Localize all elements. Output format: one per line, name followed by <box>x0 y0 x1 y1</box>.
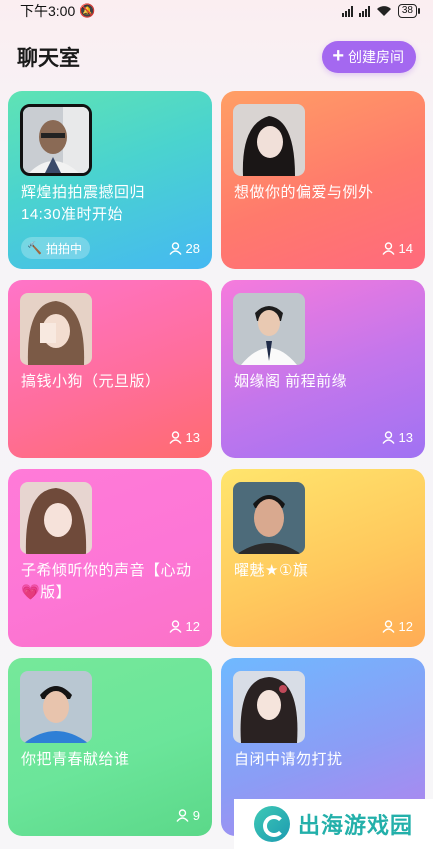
room-card[interactable]: 子希倾听你的声音【心动💗版】 12 <box>8 469 212 647</box>
room-name: 自闭中请勿打扰 <box>234 751 343 768</box>
person-icon <box>381 431 395 444</box>
member-count: 13 <box>381 430 413 445</box>
member-count: 13 <box>168 430 200 445</box>
room-grid: 辉煌拍拍震撼回归14:30准时开始 🔨 拍拍中 28 想做你的偏爱与例外 14 <box>8 91 427 836</box>
room-card[interactable]: 辉煌拍拍震撼回归 14:30准时开始 🔨 拍拍中 28 <box>8 91 212 269</box>
wifi-icon <box>376 6 391 16</box>
status-bar: 下午3:00 🔕 38 <box>0 0 433 22</box>
member-count-value: 9 <box>192 808 200 823</box>
person-icon <box>381 242 395 255</box>
member-count-value: 13 <box>398 430 413 445</box>
status-time: 下午3:00 <box>20 3 76 19</box>
signal-icon-2 <box>358 5 370 17</box>
room-cover-image <box>20 671 92 743</box>
page-title: 聊天室 <box>17 47 80 70</box>
badge-label: 拍拍中 <box>45 241 82 256</box>
room-name: 想做你的偏爱与例外 <box>234 184 374 201</box>
room-card[interactable]: 你把青春献给谁 9 <box>8 658 212 836</box>
header: 聊天室 + 创建房间 <box>0 36 433 78</box>
member-count: 14 <box>381 241 413 256</box>
person-icon <box>381 620 395 633</box>
room-cover-image <box>20 293 92 365</box>
person-icon <box>168 620 182 633</box>
create-room-button[interactable]: + 创建房间 <box>322 41 416 73</box>
member-count: 12 <box>381 619 413 634</box>
person-icon <box>176 809 189 822</box>
mute-icon: 🔕 <box>79 3 96 18</box>
room-card[interactable]: 姻缘阁 前程前缘 13 <box>221 280 425 458</box>
room-name: 姻缘阁 前程前缘 <box>234 373 348 390</box>
room-name: 子希倾听你的声音【心动💗版】 <box>21 562 192 601</box>
room-card[interactable]: 曜魅★①旗 12 <box>221 469 425 647</box>
watermark-logo-icon <box>254 806 290 842</box>
watermark: 出海游戏园 <box>234 799 433 849</box>
member-count: 9 <box>176 808 200 823</box>
room-name: 辉煌拍拍震撼回归 14:30准时开始 <box>21 184 146 223</box>
person-icon <box>168 242 182 255</box>
room-card[interactable]: 想做你的偏爱与例外 14 <box>221 91 425 269</box>
signal-icon <box>341 5 353 17</box>
auction-icon: 🔨 <box>27 241 42 255</box>
member-count: 28 <box>168 241 200 256</box>
watermark-text: 出海游戏园 <box>298 813 414 838</box>
room-name: 你把青春献给谁 <box>21 751 130 768</box>
room-cover-image <box>233 482 305 554</box>
room-cover-image <box>233 293 305 365</box>
create-room-label: 创建房间 <box>348 49 404 65</box>
room-cover-image <box>233 671 305 743</box>
room-name: 搞钱小狗（元旦版） <box>21 373 161 390</box>
member-count-value: 28 <box>185 241 200 256</box>
room-cover-image <box>233 104 305 176</box>
room-cover-image <box>20 482 92 554</box>
plus-icon: + <box>332 45 344 67</box>
member-count-value: 12 <box>398 619 413 634</box>
member-count-value: 13 <box>185 430 200 445</box>
person-icon <box>168 431 182 444</box>
room-card[interactable]: 搞钱小狗（元旦版） 13 <box>8 280 212 458</box>
battery-indicator: 38 <box>397 4 421 18</box>
member-count-value: 14 <box>398 241 413 256</box>
live-badge: 🔨 拍拍中 <box>21 237 90 259</box>
room-name: 曜魅★①旗 <box>234 562 309 579</box>
room-cover-image <box>20 104 92 176</box>
member-count-value: 12 <box>185 619 200 634</box>
member-count: 12 <box>168 619 200 634</box>
